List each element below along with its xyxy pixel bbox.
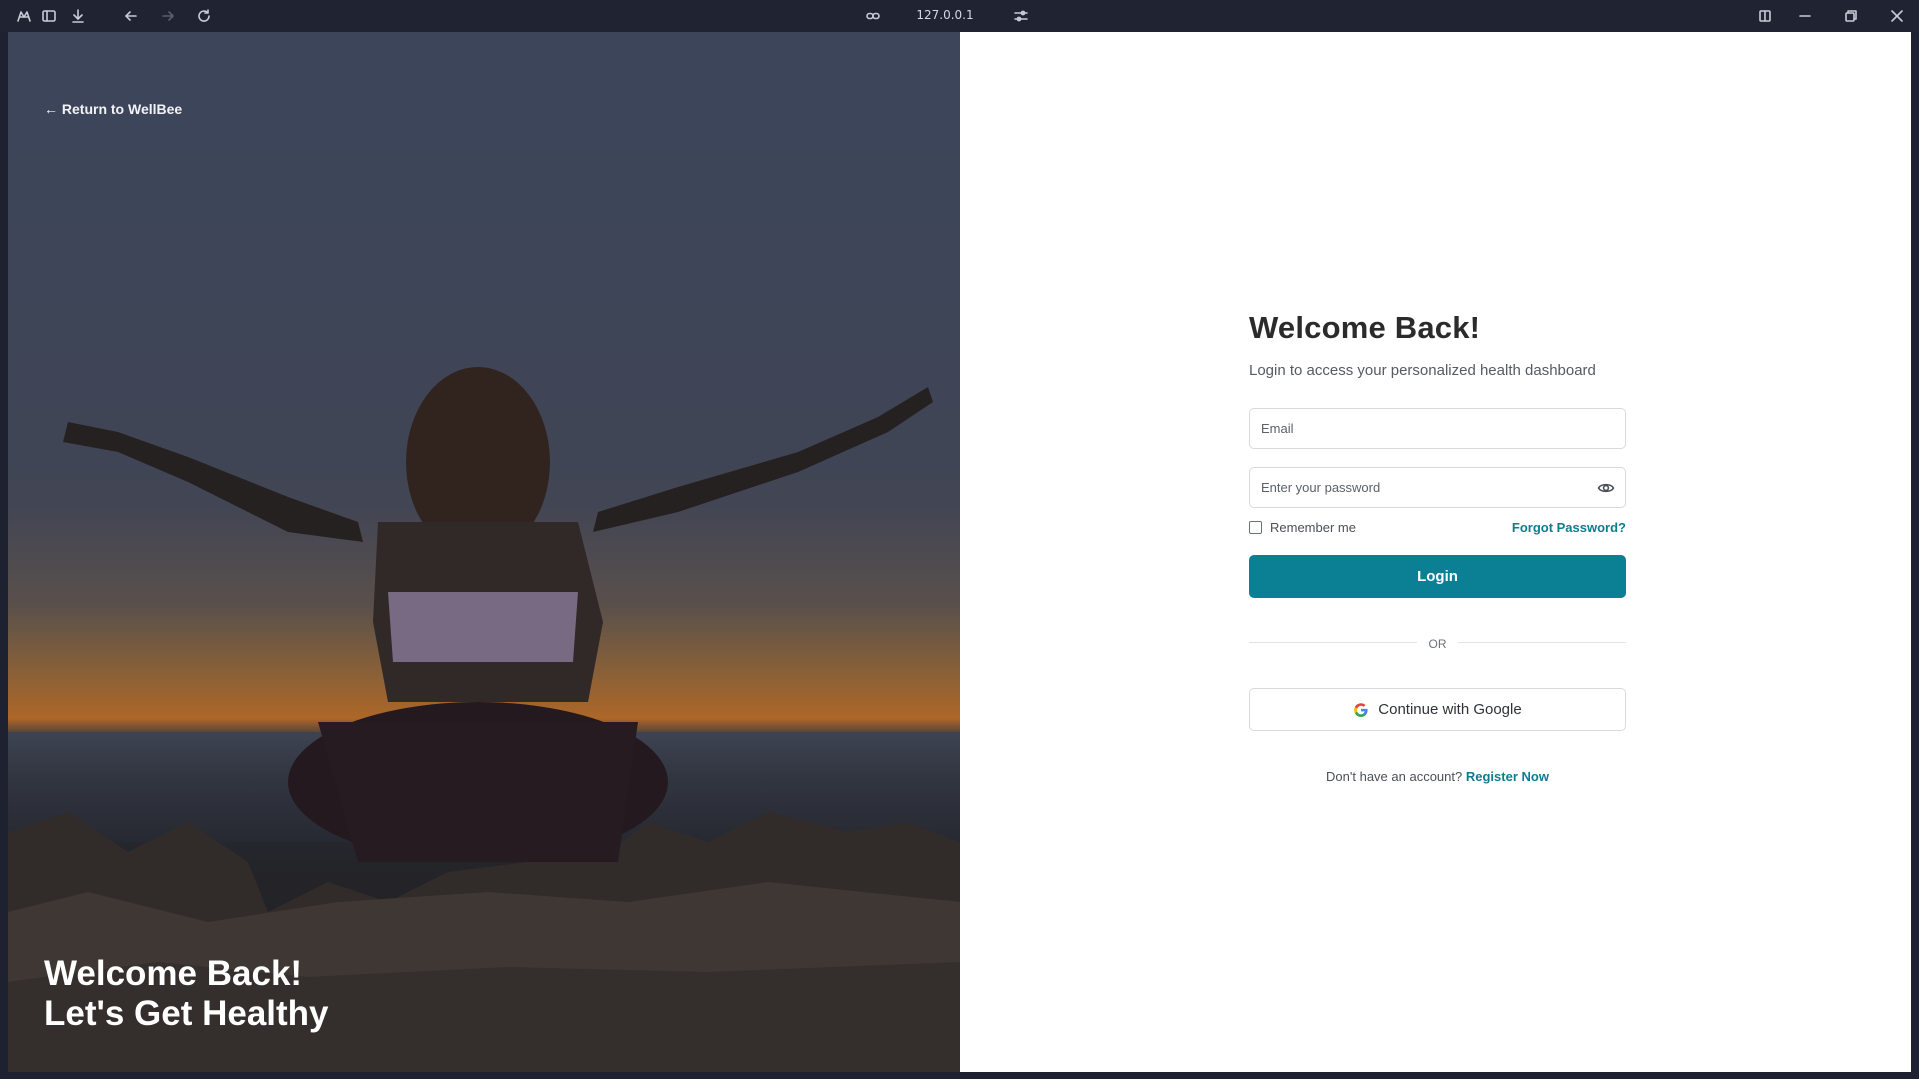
show-password-icon[interactable] bbox=[1597, 479, 1615, 497]
page-title: Welcome Back! bbox=[1249, 310, 1481, 345]
password-field-container bbox=[1249, 467, 1626, 508]
hero-heading-line2: Let's Get Healthy bbox=[44, 994, 329, 1033]
forward-arrow-icon[interactable] bbox=[157, 5, 179, 27]
register-prompt: Don't have an account? Register Now bbox=[1249, 769, 1626, 784]
address-bar[interactable]: 127.0.0.1 bbox=[910, 8, 980, 22]
hero-heading: Welcome Back! Let's Get Healthy bbox=[44, 954, 329, 1034]
hero-heading-line1: Welcome Back! bbox=[44, 954, 303, 993]
forgot-password-link[interactable]: Forgot Password? bbox=[1512, 520, 1626, 535]
reload-icon[interactable] bbox=[193, 5, 215, 27]
divider-line-right bbox=[1458, 642, 1626, 643]
restore-icon[interactable] bbox=[1840, 5, 1862, 27]
login-form: Welcome Back! Login to access your perso… bbox=[1249, 310, 1626, 784]
email-field-container bbox=[1249, 408, 1626, 449]
download-icon[interactable] bbox=[67, 5, 89, 27]
hero-image-panel: ← Return to WellBee Welcome Back! Let's … bbox=[8, 32, 960, 1072]
login-button[interactable]: Login bbox=[1249, 555, 1626, 598]
window-bottom-border bbox=[0, 1072, 1919, 1079]
google-signin-button[interactable]: Continue with Google bbox=[1249, 688, 1626, 731]
minimize-icon[interactable] bbox=[1794, 5, 1816, 27]
return-link[interactable]: ← Return to WellBee bbox=[44, 101, 182, 117]
remember-forgot-row: Remember me Forgot Password? bbox=[1249, 519, 1626, 535]
settings-sliders-icon[interactable] bbox=[1010, 5, 1032, 27]
login-panel: Welcome Back! Login to access your perso… bbox=[960, 32, 1911, 1072]
browser-toolbar: 127.0.0.1 bbox=[0, 0, 1919, 32]
email-field[interactable] bbox=[1250, 409, 1625, 448]
register-prompt-text: Don't have an account? bbox=[1326, 769, 1463, 784]
remember-me[interactable]: Remember me bbox=[1249, 520, 1356, 535]
page-viewport: ← Return to WellBee Welcome Back! Let's … bbox=[8, 32, 1911, 1072]
back-arrow-icon[interactable] bbox=[120, 5, 142, 27]
google-icon bbox=[1354, 702, 1368, 717]
google-signin-label: Continue with Google bbox=[1378, 701, 1522, 718]
remember-me-label: Remember me bbox=[1270, 519, 1356, 535]
divider-text: OR bbox=[1428, 637, 1447, 651]
or-divider: OR bbox=[1249, 635, 1626, 651]
sidebar-toggle-icon[interactable] bbox=[38, 5, 60, 27]
close-icon[interactable] bbox=[1886, 5, 1908, 27]
password-field[interactable] bbox=[1250, 468, 1625, 507]
hero-overlay bbox=[8, 32, 960, 1072]
divider-line-left bbox=[1249, 642, 1417, 643]
register-link[interactable]: Register Now bbox=[1466, 769, 1549, 784]
remember-me-checkbox[interactable] bbox=[1249, 520, 1262, 534]
split-view-icon[interactable] bbox=[1754, 5, 1776, 27]
page-subtitle: Login to access your personalized health… bbox=[1249, 362, 1596, 379]
app-logo-icon[interactable] bbox=[13, 5, 35, 27]
link-icon[interactable] bbox=[862, 5, 884, 27]
